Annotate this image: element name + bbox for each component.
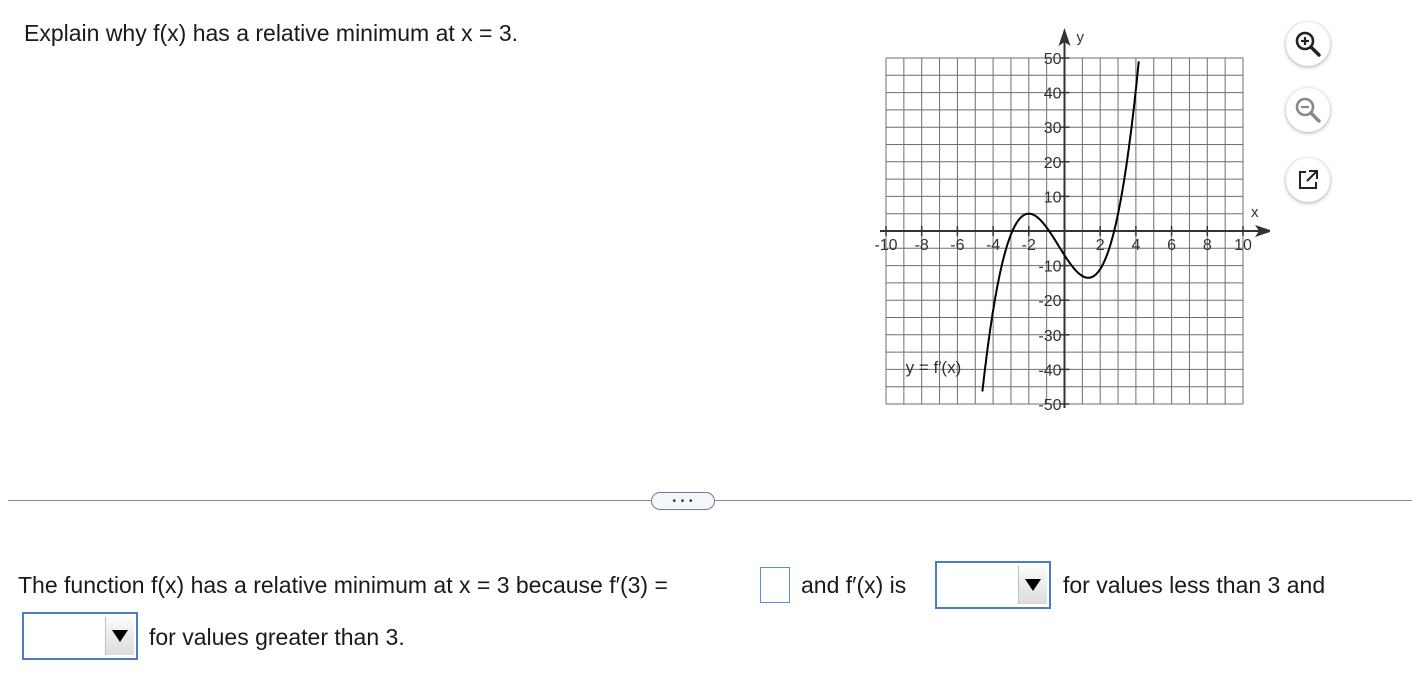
chevron-down-icon: [1018, 566, 1047, 604]
x-tick-label: -2: [1022, 237, 1036, 254]
x-axis-label: x: [1251, 204, 1259, 221]
x-tick-label: 4: [1131, 237, 1140, 254]
y-tick-label: 20: [1044, 155, 1062, 172]
y-tick-label: -10: [1038, 259, 1061, 276]
curve-label: y = f′(x): [906, 358, 962, 377]
popout-button[interactable]: [1286, 158, 1330, 202]
answer-text-part1: The function f(x) has a relative minimum…: [18, 572, 668, 598]
x-tick-label: -4: [986, 237, 1000, 254]
y-tick-label: -40: [1038, 362, 1061, 379]
y-tick-label: 40: [1044, 86, 1062, 103]
derivative-graph: -10 -8 -6 -4 -2 2 4 6 8 10 50 40 30 20 10 -10 -20 -30 -40…: [874, 28, 1270, 414]
sign-greater-than-dropdown[interactable]: [22, 612, 138, 660]
x-tick-label: -6: [950, 237, 964, 254]
x-tick-label: 8: [1203, 237, 1212, 254]
x-tick-label: 10: [1234, 237, 1252, 254]
y-tick-label: 30: [1044, 120, 1062, 137]
answer-text-part4: for values greater than 3.: [149, 624, 405, 650]
graph-axes: [880, 28, 1270, 408]
external-link-icon: [1299, 170, 1318, 189]
y-tick-label: 10: [1044, 189, 1062, 206]
chevron-down-icon: [105, 617, 134, 655]
y-axis-label: y: [1077, 29, 1085, 46]
x-tick-label: -10: [874, 237, 897, 254]
answer-text-part3: for values less than 3 and: [1063, 572, 1326, 598]
zoom-out-button[interactable]: [1286, 88, 1330, 132]
y-tick-label: -50: [1038, 397, 1061, 414]
y-tick-label: -30: [1038, 328, 1061, 345]
show-more-button[interactable]: • • •: [651, 492, 715, 510]
question-text: Explain why f(x) has a relative minimum …: [24, 20, 519, 46]
zoom-out-icon: [1295, 97, 1321, 123]
y-tick-label: -20: [1038, 293, 1061, 310]
answer-text-part2: and f′(x) is: [801, 572, 907, 598]
more-button-label: • • •: [672, 495, 694, 507]
y-tick-label: 50: [1044, 51, 1062, 68]
fprime-answer-input[interactable]: [760, 567, 790, 603]
sign-less-than-dropdown[interactable]: [935, 561, 1051, 609]
zoom-in-button[interactable]: [1286, 22, 1330, 66]
zoom-in-icon: [1295, 31, 1321, 57]
x-tick-label: 2: [1096, 237, 1105, 254]
x-tick-label: -8: [915, 237, 929, 254]
x-tick-label: 6: [1167, 237, 1176, 254]
